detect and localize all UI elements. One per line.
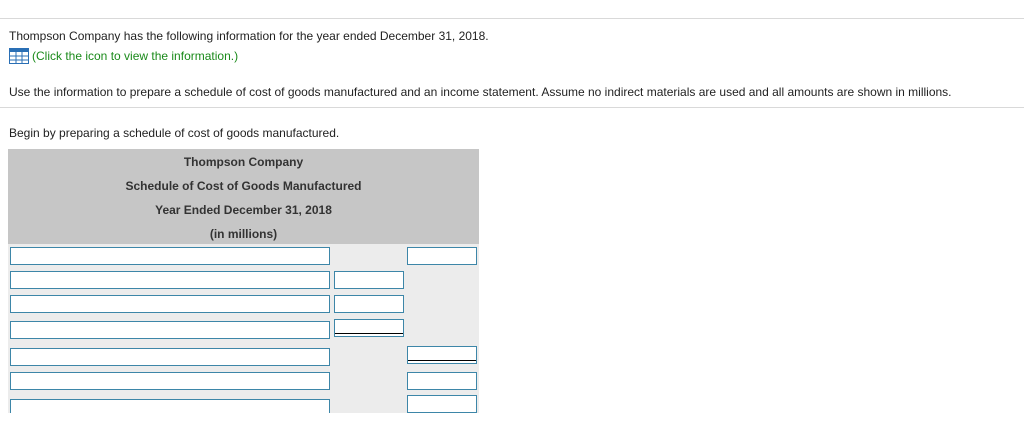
schedule-row-7-label-field[interactable] <box>10 399 330 413</box>
schedule-title: Schedule of Cost of Goods Manufactured <box>125 179 362 193</box>
top-divider <box>0 18 1024 19</box>
schedule-row-2-amount-field[interactable] <box>334 271 404 289</box>
section-divider <box>0 107 1024 108</box>
schedule-header: Thompson Company Schedule of Cost of Goo… <box>8 149 479 244</box>
cogm-schedule: Thompson Company Schedule of Cost of Goo… <box>8 149 479 413</box>
schedule-company-name: Thompson Company <box>183 155 304 169</box>
schedule-row-5-label-field[interactable] <box>10 348 330 366</box>
schedule-row-4-label-field[interactable] <box>10 321 330 339</box>
schedule-row-6-total-field[interactable] <box>407 372 477 390</box>
schedule-period: Year Ended December 31, 2018 <box>155 203 332 217</box>
schedule-row-7-total-field[interactable] <box>407 395 477 413</box>
table-grid-icon[interactable] <box>9 48 29 64</box>
schedule-row-2-label-field[interactable] <box>10 271 330 289</box>
schedule-row-1-total-field[interactable] <box>407 247 477 265</box>
schedule-row-5-total-field[interactable] <box>407 346 477 364</box>
schedule-row-3-amount-field[interactable] <box>334 295 404 313</box>
begin-prompt-text: Begin by preparing a schedule of cost of… <box>9 126 340 140</box>
problem-intro-text: Thompson Company has the following infor… <box>9 29 489 43</box>
schedule-units: (in millions) <box>209 227 278 241</box>
schedule-row-6-label-field[interactable] <box>10 372 330 390</box>
instructions-text: Use the information to prepare a schedul… <box>9 85 952 99</box>
schedule-row-4-amount-field[interactable] <box>334 319 404 337</box>
schedule-row-3-label-field[interactable] <box>10 295 330 313</box>
view-information-link[interactable]: (Click the icon to view the information.… <box>9 48 238 64</box>
view-information-label[interactable]: (Click the icon to view the information.… <box>32 49 238 63</box>
schedule-row-1-label-field[interactable] <box>10 247 330 265</box>
